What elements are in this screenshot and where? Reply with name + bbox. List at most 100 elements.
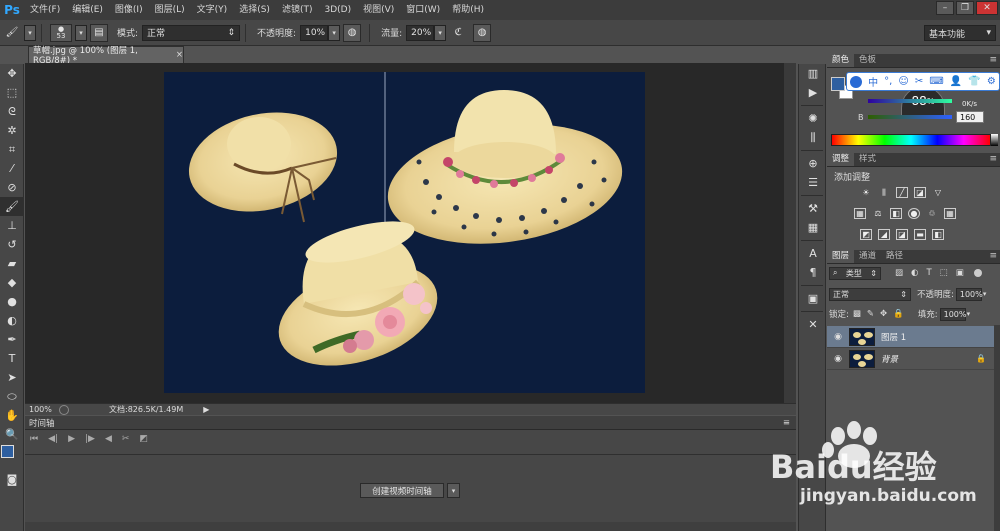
brush-tool-icon[interactable]: 🖌 <box>3 24 21 42</box>
menu-image[interactable]: 图像(I) <box>109 0 149 20</box>
threshold-icon[interactable]: ◪ <box>896 229 908 240</box>
green-slider-track[interactable] <box>868 99 952 103</box>
filter-type-icon[interactable]: T <box>926 268 931 278</box>
menu-select[interactable]: 选择(S) <box>233 0 276 20</box>
layer-row[interactable]: ◉ 背景 🔒 <box>827 348 994 370</box>
ime-punctuation-icon[interactable]: °, <box>884 76 892 87</box>
layer-opacity-input[interactable]: 100% <box>955 287 983 301</box>
layer-row[interactable]: ◉ 图层 1 <box>827 326 994 348</box>
status-options-icon[interactable] <box>59 404 69 415</box>
brush-presets-icon[interactable]: ⫼ <box>799 128 827 147</box>
workspace-select[interactable]: 基本功能 ▾ <box>924 25 996 41</box>
blue-slider[interactable]: B 160 <box>858 111 984 123</box>
black-white-icon[interactable]: ◧ <box>890 208 902 219</box>
chevron-down-icon[interactable]: ▾ <box>983 290 987 298</box>
flow-caret[interactable]: ▾ <box>434 24 447 41</box>
status-menu-arrow-icon[interactable]: ▶ <box>203 405 209 414</box>
panel-menu-icon[interactable]: ≡ <box>989 54 997 67</box>
tool-presets-icon[interactable]: ⚒ <box>799 199 827 218</box>
history-panel-icon[interactable]: ▥ <box>799 64 827 83</box>
shape-tool-icon[interactable]: ⬭ <box>0 387 24 406</box>
lock-all-icon[interactable]: 🔒 <box>893 309 904 319</box>
properties-icon[interactable]: ☰ <box>799 173 827 192</box>
character-panel-icon[interactable]: A <box>799 244 827 263</box>
layer-comps-icon[interactable]: ▣ <box>799 289 827 308</box>
pressure-size-icon[interactable]: ◍ <box>473 23 492 42</box>
posterize-icon[interactable]: ◢ <box>878 229 890 240</box>
selective-color-icon[interactable]: ◧ <box>932 229 944 240</box>
brush-preset-picker[interactable]: ● 53 <box>50 23 72 42</box>
tab-channels[interactable]: 通道 <box>854 250 881 263</box>
gradient-map-icon[interactable]: ▬ <box>914 229 926 240</box>
hue-saturation-icon[interactable]: ▦ <box>854 208 866 219</box>
info-panel-icon[interactable]: ▦ <box>799 218 827 237</box>
foreground-color-swatch[interactable] <box>1 445 14 458</box>
close-tab-icon[interactable]: × <box>176 50 183 60</box>
clone-source-icon[interactable]: ⊕ <box>799 154 827 173</box>
create-video-timeline-button[interactable]: 创建视频时间轴 <box>360 483 444 498</box>
eyedropper-tool-icon[interactable]: ⁄ <box>0 159 24 178</box>
color-swatches[interactable] <box>0 444 24 470</box>
image-canvas[interactable] <box>164 72 645 393</box>
channel-mixer-icon[interactable]: ♲ <box>926 208 938 219</box>
ime-settings-icon[interactable]: ⚙ <box>987 76 996 87</box>
visibility-eye-icon[interactable]: ◉ <box>827 354 849 364</box>
layer-filter-select[interactable]: ⌕ 类型 ⇕ <box>829 266 881 280</box>
menu-file[interactable]: 文件(F) <box>24 0 66 20</box>
type-tool-icon[interactable]: T <box>0 349 24 368</box>
ime-language-toggle[interactable]: 中 <box>868 74 878 89</box>
chevron-down-icon[interactable]: ▾ <box>967 310 971 318</box>
blend-mode-select[interactable]: 正常 ⇕ <box>829 287 911 301</box>
color-spectrum-bar[interactable] <box>831 134 991 146</box>
blur-tool-icon[interactable]: ● <box>0 292 24 311</box>
menu-window[interactable]: 窗口(W) <box>400 0 446 20</box>
opacity-input[interactable]: 10% <box>300 24 329 41</box>
curves-icon[interactable]: ╱ <box>896 187 908 198</box>
actions-panel-icon[interactable]: ▶ <box>799 83 827 102</box>
lock-transparent-icon[interactable]: ▩ <box>853 309 861 319</box>
minimize-button[interactable]: – <box>936 1 954 15</box>
tool-preset-caret[interactable]: ▾ <box>24 24 36 41</box>
brush-tool-icon[interactable]: 🖌 <box>0 197 24 216</box>
ime-screenshot-icon[interactable]: ✂ <box>915 76 923 87</box>
tab-adjustments[interactable]: 调整 <box>827 153 855 166</box>
create-timeline-dropdown-icon[interactable]: ▾ <box>447 483 460 498</box>
filter-shape-icon[interactable]: ⬚ <box>940 268 948 278</box>
lock-position-icon[interactable]: ✥ <box>880 309 887 319</box>
foreground-color-swatch[interactable] <box>831 77 845 91</box>
fill-input[interactable]: 100% <box>939 307 967 321</box>
marquee-tool-icon[interactable]: ⬚ <box>0 83 24 102</box>
menu-layer[interactable]: 图层(L) <box>149 0 191 20</box>
transition-icon[interactable]: ◩ <box>139 434 148 444</box>
menu-view[interactable]: 视图(V) <box>357 0 400 20</box>
path-selection-tool-icon[interactable]: ➤ <box>0 368 24 387</box>
previous-frame-icon[interactable]: ◀| <box>48 434 58 444</box>
invert-icon[interactable]: ◩ <box>860 229 872 240</box>
visibility-eye-icon[interactable]: ◉ <box>827 332 849 342</box>
pressure-opacity-icon[interactable]: ◍ <box>343 23 362 42</box>
brush-panel-toggle-icon[interactable]: ▤ <box>90 23 108 42</box>
split-scissors-icon[interactable]: ✂ <box>122 434 130 444</box>
magic-wand-tool-icon[interactable]: ✲ <box>0 121 24 140</box>
eraser-tool-icon[interactable]: ▰ <box>0 254 24 273</box>
canvas-vertical-scrollbar[interactable] <box>784 63 796 403</box>
tools-cross-icon[interactable]: ✕ <box>799 315 827 334</box>
ime-user-icon[interactable]: 👤 <box>950 76 962 87</box>
airbrush-icon[interactable]: ℭ <box>449 24 467 42</box>
photo-filter-icon[interactable]: ● <box>908 208 920 219</box>
filter-smart-object-icon[interactable]: ▣ <box>956 268 964 278</box>
color-balance-icon[interactable]: ⚖ <box>872 208 884 219</box>
panel-menu-icon[interactable]: ≡ <box>989 153 997 166</box>
paint-bucket-tool-icon[interactable]: ◆ <box>0 273 24 292</box>
vibrance-icon[interactable]: ▽ <box>932 187 944 198</box>
filter-toggle[interactable] <box>973 269 982 277</box>
hand-tool-icon[interactable]: ✋ <box>0 406 24 425</box>
dodge-tool-icon[interactable]: ◐ <box>0 311 24 330</box>
tab-color[interactable]: 颜色 <box>827 54 855 67</box>
quick-mask-icon[interactable]: ◙ <box>0 470 24 489</box>
opacity-caret[interactable]: ▾ <box>328 24 341 41</box>
zoom-tool-icon[interactable]: 🔍 <box>0 425 24 444</box>
menu-help[interactable]: 帮助(H) <box>446 0 490 20</box>
layer-name[interactable]: 图层 1 <box>881 331 906 343</box>
exposure-icon[interactable]: ◪ <box>914 187 926 198</box>
